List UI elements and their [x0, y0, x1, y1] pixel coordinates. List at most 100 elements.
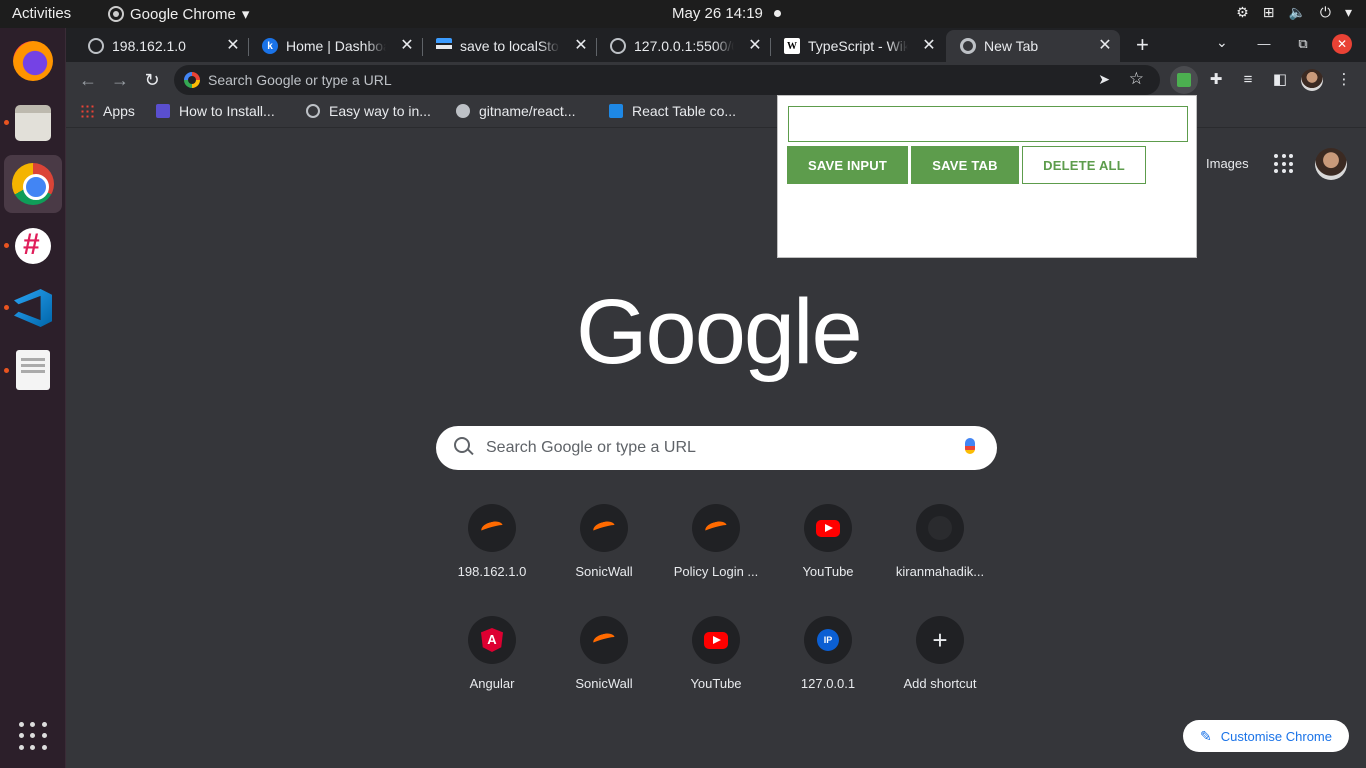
dock-files[interactable]	[4, 94, 62, 152]
notification-dot-icon	[774, 10, 781, 17]
microphone-icon[interactable]	[965, 438, 975, 454]
omnibox-input[interactable]	[208, 70, 1068, 90]
shortcut-icon-circle	[804, 504, 852, 552]
ntp-search-box[interactable]	[436, 426, 997, 470]
system-top-bar: Activities Google Chrome ▾ May 26 14:19 …	[0, 0, 1366, 28]
save-input-button[interactable]: SAVE INPUT	[787, 146, 908, 184]
activities-button[interactable]: Activities	[12, 5, 71, 22]
new-tab-button[interactable]: +	[1136, 32, 1149, 58]
tab-6[interactable]: New Tab ✕	[946, 30, 1120, 62]
shortcut-tile[interactable]: 198.162.1.0	[436, 504, 548, 616]
shortcut-tile[interactable]: YouTube	[660, 616, 772, 728]
bookmark-item[interactable]: gitname/react...	[456, 103, 576, 119]
tab-search-button[interactable]: ⌄	[1216, 34, 1228, 51]
google-icon	[184, 72, 200, 88]
lead-input[interactable]	[788, 106, 1188, 142]
dock-chrome[interactable]	[4, 155, 62, 213]
app-menu[interactable]: Google Chrome ▾	[108, 5, 249, 23]
network-icon[interactable]: ⊞	[1263, 4, 1275, 21]
browser-toolbar: ← → ↻ ➤ ☆ ✚ ≡ ◧ ⋮	[66, 62, 1366, 98]
extension-icon	[1177, 73, 1191, 88]
close-window-button[interactable]: ✕	[1332, 34, 1352, 54]
dock-text-editor[interactable]	[4, 341, 62, 399]
profile-avatar[interactable]	[1301, 69, 1323, 91]
bookmark-item[interactable]: Easy way to in...	[306, 103, 431, 119]
tab-title: save to localStorage	[460, 38, 560, 54]
images-link[interactable]: Images	[1206, 156, 1249, 171]
shortcut-label: 198.162.1.0	[457, 564, 527, 579]
youtube-icon	[816, 519, 840, 537]
dock-slack[interactable]	[4, 217, 62, 275]
account-avatar[interactable]	[1315, 148, 1347, 180]
bookmark-label: React Table co...	[632, 103, 737, 119]
sonicwall-icon	[591, 631, 617, 649]
add-shortcut-tile[interactable]: + Add shortcut	[884, 616, 996, 728]
tab-1[interactable]: 198.162.1.0 ✕	[74, 30, 248, 62]
shortcut-label: Add shortcut	[903, 676, 977, 691]
tab-2[interactable]: k Home | Dashboard ✕	[248, 30, 422, 62]
google-apps-icon[interactable]	[1274, 154, 1294, 174]
menu-kebab-icon[interactable]: ⋮	[1333, 69, 1355, 91]
shortcut-tile[interactable]: IP 127.0.0.1	[772, 616, 884, 728]
close-icon[interactable]: ✕	[572, 37, 590, 55]
customise-chrome-button[interactable]: ✎ Customise Chrome	[1183, 720, 1349, 752]
bookmark-item[interactable]: How to Install...	[156, 103, 275, 119]
close-icon[interactable]: ✕	[398, 37, 416, 55]
tab-3[interactable]: save to localStorage ✕	[422, 30, 596, 62]
shortcut-tile[interactable]: kiranmahadik...	[884, 504, 996, 616]
delete-all-button[interactable]: DELETE ALL	[1022, 146, 1146, 184]
reload-button[interactable]: ↻	[140, 68, 164, 92]
bookmark-apps[interactable]: Apps	[80, 103, 135, 119]
customise-label: Customise Chrome	[1220, 728, 1332, 744]
extension-button[interactable]	[1170, 66, 1198, 94]
sonicwall-icon	[591, 519, 617, 537]
close-icon[interactable]: ✕	[1096, 37, 1114, 55]
bookmark-label: gitname/react...	[479, 103, 576, 119]
tab-5[interactable]: W TypeScript - Wikipedia ✕	[770, 30, 944, 62]
firefox-icon	[13, 41, 53, 81]
shortcut-icon-circle: +	[916, 616, 964, 664]
power-icon[interactable]: ⏻	[1320, 4, 1331, 21]
bookmark-favicon-icon	[156, 104, 170, 118]
back-button[interactable]: ←	[76, 68, 100, 92]
plus-icon: +	[932, 624, 948, 655]
bookmark-star-icon[interactable]: ☆	[1129, 69, 1144, 89]
shortcut-tile[interactable]: A Angular	[436, 616, 548, 728]
shortcut-tile[interactable]: SonicWall	[548, 616, 660, 728]
shortcut-icon-circle	[692, 616, 740, 664]
dock-firefox[interactable]	[4, 32, 62, 90]
shortcut-tile[interactable]: Policy Login ...	[660, 504, 772, 616]
bookmark-item[interactable]: React Table co...	[609, 103, 736, 119]
shortcut-tile[interactable]: YouTube	[772, 504, 884, 616]
bars-icon	[436, 38, 452, 54]
side-panel-icon[interactable]: ◧	[1269, 69, 1291, 91]
tab-4[interactable]: 127.0.0.1:5500/0 ✕	[596, 30, 770, 62]
forward-button[interactable]: →	[108, 68, 132, 92]
vscode-icon	[14, 289, 52, 327]
shortcut-tile[interactable]: SonicWall	[548, 504, 660, 616]
shortcut-icon-circle: IP	[804, 616, 852, 664]
media-controls-icon[interactable]: ≡	[1237, 69, 1259, 91]
send-to-device-icon[interactable]: ➤	[1098, 71, 1110, 88]
close-icon[interactable]: ✕	[224, 37, 242, 55]
dock-show-apps[interactable]	[4, 707, 62, 765]
close-icon[interactable]: ✕	[746, 37, 764, 55]
sonicwall-icon	[703, 519, 729, 537]
dock-vscode[interactable]	[4, 279, 62, 337]
extension-tray-icon[interactable]: ⚙	[1236, 4, 1249, 21]
angular-icon: A	[481, 628, 503, 652]
maximize-button[interactable]: ⧉	[1293, 34, 1313, 54]
ntp-search-input[interactable]	[486, 438, 926, 458]
system-tray[interactable]: ⚙ ⊞ 🔈 ⏻ ▾	[1236, 4, 1352, 21]
address-bar[interactable]: ➤ ☆	[174, 65, 1160, 95]
chevron-down-icon[interactable]: ▾	[1345, 4, 1352, 21]
save-tab-button[interactable]: SAVE TAB	[911, 146, 1019, 184]
shortcut-icon-circle: A	[468, 616, 516, 664]
shortcut-label: kiranmahadik...	[895, 564, 985, 579]
shortcut-label: YouTube	[690, 676, 742, 691]
clock[interactable]: May 26 14:19	[672, 5, 763, 22]
volume-icon[interactable]: 🔈	[1288, 4, 1305, 21]
minimize-button[interactable]: —	[1254, 34, 1274, 54]
extensions-puzzle-icon[interactable]: ✚	[1205, 69, 1227, 91]
close-icon[interactable]: ✕	[920, 37, 938, 55]
